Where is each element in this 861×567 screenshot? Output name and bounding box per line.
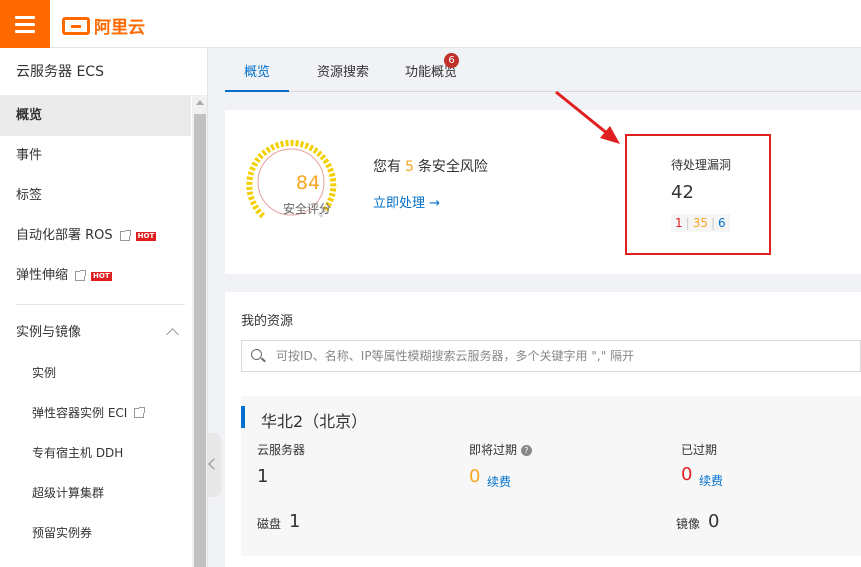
aliyun-logo-mark-icon xyxy=(62,16,90,35)
sidebar-item-scc[interactable]: 超级计算集群 xyxy=(0,473,191,513)
sidebar-item-label: 专有宿主机 DDH xyxy=(32,446,124,460)
vuln-low-count[interactable]: 6 xyxy=(718,216,726,230)
sidebar-item-label: 弹性容器实例 ECI xyxy=(32,406,128,420)
expiring-count[interactable]: 0 xyxy=(469,466,480,487)
expiring-label: 即将过期 ? xyxy=(469,441,532,458)
sidebar-item-label: 事件 xyxy=(16,148,43,163)
sidebar: 云服务器 ECS 概览 事件 标签 自动化部署 ROS HOT 弹性伸缩 HOT… xyxy=(0,48,208,567)
tab-resource-search[interactable]: 资源搜索 xyxy=(301,48,385,92)
region-name: 华北2（北京） xyxy=(261,412,368,431)
renew-expiring-link[interactable]: 续费 xyxy=(487,473,511,490)
sidebar-item-ddh[interactable]: 专有宿主机 DDH xyxy=(0,433,191,473)
expiring-label-text: 即将过期 xyxy=(469,443,518,457)
aliyun-logo[interactable]: 阿里云 xyxy=(62,13,145,38)
tab-label: 资源搜索 xyxy=(316,65,369,80)
my-resources-title: 我的资源 xyxy=(241,314,294,329)
risk-suffix: 条安全风险 xyxy=(417,159,488,175)
risk-summary: 您有 5 条安全风险 xyxy=(373,156,488,176)
sidebar-item-events[interactable]: 事件 xyxy=(0,136,191,176)
sidebar-title: 云服务器 ECS xyxy=(0,48,207,96)
expired-count[interactable]: 0 xyxy=(681,464,692,485)
sidebar-group-instances-images[interactable]: 实例与镜像 xyxy=(0,313,191,353)
resource-search-input[interactable] xyxy=(276,341,856,371)
external-link-icon xyxy=(119,230,131,241)
disk-count[interactable]: 1 xyxy=(289,511,300,532)
separator: | xyxy=(710,216,716,230)
hot-badge: HOT xyxy=(135,231,157,241)
sidebar-item-label: 弹性伸缩 xyxy=(16,268,69,283)
scrollbar-thumb[interactable] xyxy=(194,114,206,567)
external-link-icon xyxy=(75,270,87,281)
sidebar-item-label: 标签 xyxy=(16,188,43,203)
pending-vulnerabilities-box[interactable]: 待处理漏洞 42 1 | 35 | 6 xyxy=(625,134,771,255)
tab-bar: 概览 资源搜索 功能概览 6 xyxy=(225,48,861,92)
top-navbar: 阿里云 xyxy=(0,0,861,48)
sidebar-group-label: 实例与镜像 xyxy=(16,325,82,340)
separator: | xyxy=(685,216,690,230)
vuln-total: 42 xyxy=(671,182,694,203)
sidebar-item-overview[interactable]: 概览 xyxy=(0,96,191,136)
region-panel: 华北2（北京） 云服务器 1 即将过期 ? 0 续费 已过期 0 续费 磁盘 1… xyxy=(241,396,861,556)
external-link-icon xyxy=(134,407,146,418)
expired-label: 已过期 xyxy=(681,443,718,457)
risk-count: 5 xyxy=(405,159,414,175)
servers-count[interactable]: 1 xyxy=(257,466,268,487)
notification-badge: 6 xyxy=(444,53,459,68)
security-score: 84 xyxy=(295,172,321,194)
image-count[interactable]: 0 xyxy=(708,511,719,532)
sidebar-item-label: 实例 xyxy=(32,366,57,380)
tab-feature-overview[interactable]: 功能概览 xyxy=(389,48,473,92)
sidebar-item-label: 超级计算集群 xyxy=(32,486,105,500)
hamburger-menu-icon[interactable] xyxy=(0,0,50,48)
hot-badge: HOT xyxy=(91,271,112,281)
security-overview-card: 84 安全评分 您有 5 条安全风险 立即处理 → 待处理漏洞 42 1 | 35 | 6 xyxy=(225,110,861,274)
sidebar-collapse-handle[interactable] xyxy=(208,433,221,497)
sidebar-item-autoscaling[interactable]: 弹性伸缩 HOT xyxy=(0,256,191,296)
sidebar-item-eci[interactable]: 弹性容器实例 ECI xyxy=(0,393,191,433)
resource-search-box xyxy=(241,340,861,372)
image-label: 镜像 xyxy=(676,517,701,531)
vuln-medium-count[interactable]: 35 xyxy=(693,216,708,230)
renew-expired-link[interactable]: 续费 xyxy=(699,472,723,489)
my-resources-card: 我的资源 华北2（北京） 云服务器 1 即将过期 ? 0 续费 已过期 0 续费… xyxy=(225,292,861,567)
disk-label: 磁盘 xyxy=(257,517,282,531)
sidebar-scrollbar[interactable] xyxy=(192,96,207,567)
tab-label: 概览 xyxy=(243,65,270,80)
sidebar-item-label: 自动化部署 ROS xyxy=(16,228,113,243)
sidebar-item-instances[interactable]: 实例 xyxy=(0,353,191,393)
vuln-high-count[interactable]: 1 xyxy=(675,216,683,230)
help-icon[interactable]: ? xyxy=(520,445,532,456)
tab-overview[interactable]: 概览 xyxy=(225,48,289,92)
sidebar-item-tags[interactable]: 标签 xyxy=(0,176,191,216)
fix-now-link[interactable]: 立即处理 → xyxy=(373,192,440,211)
annotation-arrow-icon xyxy=(555,90,620,144)
chevron-up-icon xyxy=(166,328,179,341)
vuln-breakdown: 1 | 35 | 6 xyxy=(671,214,730,232)
risk-prefix: 您有 xyxy=(373,159,401,175)
sidebar-divider xyxy=(16,304,185,305)
search-icon[interactable] xyxy=(251,349,262,360)
logo-text: 阿里云 xyxy=(94,18,145,38)
region-accent-bar xyxy=(241,406,245,428)
servers-label: 云服务器 xyxy=(257,443,306,457)
sidebar-item-label: 预留实例券 xyxy=(32,526,93,540)
sidebar-item-reserved-instances[interactable]: 预留实例券 xyxy=(0,513,191,553)
vuln-title: 待处理漏洞 xyxy=(671,158,732,172)
scroll-up-arrow-icon[interactable] xyxy=(196,100,204,105)
security-score-label: 安全评分 xyxy=(282,202,331,216)
sidebar-item-label: 概览 xyxy=(16,108,43,123)
sidebar-item-ros[interactable]: 自动化部署 ROS HOT xyxy=(0,216,191,256)
